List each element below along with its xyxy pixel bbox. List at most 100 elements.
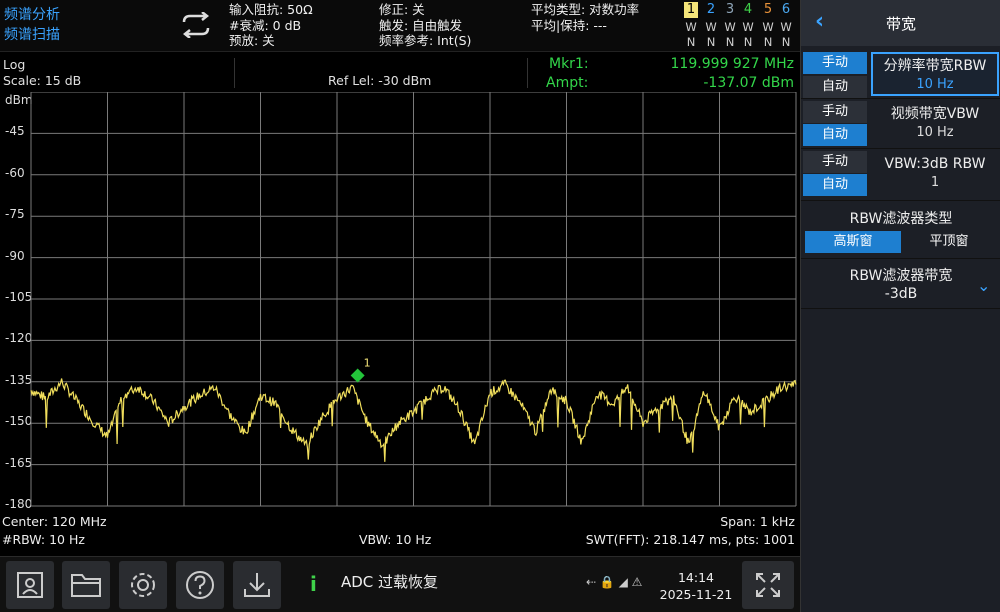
sweep-time[interactable]: SWT(FFT): 218.147 ms, pts: 1001 bbox=[586, 532, 795, 547]
rbw-manual-button[interactable]: 手动 bbox=[803, 52, 867, 74]
help-button[interactable] bbox=[176, 561, 224, 609]
divider bbox=[801, 98, 1000, 99]
attenuation: #衰减: 0 dB bbox=[229, 17, 302, 33]
rbw-auto-button[interactable]: 自动 bbox=[803, 76, 867, 98]
panel-header: ‹ 带宽 bbox=[801, 0, 1000, 46]
divider bbox=[527, 58, 528, 88]
marker-label: Mkr1: bbox=[549, 56, 589, 72]
filter-bw-title: RBW滤波器带宽 bbox=[849, 268, 953, 284]
trace-4-detector: N bbox=[743, 35, 753, 49]
rbw-title: 分辨率带宽RBW bbox=[883, 58, 987, 74]
freq-reference: 频率参考: Int(S) bbox=[379, 33, 472, 48]
marker-1-diamond[interactable] bbox=[350, 368, 365, 383]
ratio-value: 1 bbox=[930, 175, 940, 190]
mode-indicator[interactable]: 频谱分析 频谱扫描 bbox=[4, 5, 164, 45]
ratio-auto-button[interactable]: 自动 bbox=[803, 174, 867, 196]
chevron-down-icon[interactable]: ⌄ bbox=[977, 276, 990, 295]
trace-2-detector: N bbox=[706, 35, 716, 49]
expand-icon bbox=[756, 573, 780, 597]
vbw-manual-button[interactable]: 手动 bbox=[803, 101, 867, 123]
divider bbox=[234, 58, 235, 88]
vbw-setting[interactable]: 视频带宽VBW 10 Hz bbox=[871, 104, 999, 142]
panel-title: 带宽 bbox=[885, 15, 916, 33]
trace-2-mode: W bbox=[705, 20, 717, 34]
trace-6-mode: W bbox=[780, 20, 792, 34]
vbw-value: 10 Hz bbox=[916, 125, 954, 140]
settings-button[interactable] bbox=[119, 561, 167, 609]
rbw-row: 手动 自动 分辨率带宽RBW 10 Hz bbox=[801, 50, 1000, 98]
input-impedance: 输入阻抗: 50Ω bbox=[229, 2, 313, 17]
grid bbox=[30, 92, 797, 507]
gear-icon bbox=[131, 573, 155, 597]
average-type: 平均类型: 对数功率 bbox=[531, 2, 640, 17]
ratio-title: VBW:3dB RBW bbox=[884, 156, 986, 172]
clock-date: 2025-11-21 bbox=[659, 587, 733, 602]
scale-per-div[interactable]: Scale: 15 dB bbox=[3, 73, 81, 88]
bottom-toolbar: i ADC 过载恢复 ⇠ 🔒 ◢ ⚠ 14:14 2025-11-21 bbox=[0, 556, 800, 612]
clock[interactable]: 14:14 2025-11-21 bbox=[654, 569, 738, 603]
bandwidth-panel: ‹ 带宽 手动 自动 分辨率带宽RBW 10 Hz 手动 自动 视频带宽VBW … bbox=[800, 0, 1000, 612]
ratio-row: 手动 自动 VBW:3dB RBW 1 bbox=[801, 150, 1000, 198]
screenshot-button[interactable] bbox=[6, 561, 54, 609]
info-icon: i bbox=[310, 572, 317, 596]
rbw-readout[interactable]: #RBW: 10 Hz bbox=[2, 532, 85, 547]
ratio-manual-button[interactable]: 手动 bbox=[803, 151, 867, 173]
rbw-setting[interactable]: 分辨率带宽RBW 10 Hz bbox=[871, 52, 999, 96]
trace-2-number: 2 bbox=[706, 2, 716, 17]
filter-bw-value: -3dB bbox=[884, 286, 918, 302]
spectrum-graph[interactable]: dBm -45 -60 -75 -90 -105 -120 -135 -150 -165 -180… bbox=[0, 92, 800, 512]
system-status-icons[interactable]: ⇠ 🔒 ◢ ⚠ bbox=[586, 575, 648, 593]
trace-4-mode: W bbox=[742, 20, 754, 34]
repeat-icon bbox=[182, 12, 210, 38]
filter-flattop-button[interactable]: 平顶窗 bbox=[901, 231, 997, 253]
vbw-auto-button[interactable]: 自动 bbox=[803, 124, 867, 146]
trace-5-detector: N bbox=[763, 35, 773, 49]
back-arrow-icon[interactable]: ‹ bbox=[815, 9, 824, 34]
sweep-toggle-button[interactable] bbox=[176, 8, 216, 42]
file-manager-button[interactable] bbox=[62, 561, 110, 609]
scale-type[interactable]: Log bbox=[3, 57, 25, 72]
divider bbox=[801, 148, 1000, 149]
top-status-bar: 频谱分析 频谱扫描 输入阻抗: 50Ω #衰减: 0 dB 预放: 关 修正: … bbox=[0, 0, 800, 52]
correction: 修正: 关 bbox=[379, 2, 425, 17]
center-frequency[interactable]: Center: 120 MHz bbox=[2, 514, 107, 529]
trace-5-mode: W bbox=[762, 20, 774, 34]
trace-indicator[interactable]: 1 2 3 4 5 6 W W W W W W N N N N N N bbox=[684, 2, 796, 50]
divider bbox=[801, 308, 1000, 309]
filter-gaussian-button[interactable]: 高斯窗 bbox=[805, 231, 901, 253]
vbw-readout[interactable]: VBW: 10 Hz bbox=[359, 532, 431, 547]
sweep-info: Center: 120 MHz #RBW: 10 Hz VBW: 10 Hz S… bbox=[0, 512, 800, 552]
clock-time: 14:14 bbox=[677, 570, 715, 585]
screenshot-icon bbox=[17, 572, 43, 598]
trace-6-number: 6 bbox=[781, 2, 791, 17]
trace-4-number: 4 bbox=[743, 2, 753, 17]
average-settings[interactable]: 平均类型: 对数功率 平均|保持: --- bbox=[531, 2, 639, 33]
spectrum-plot[interactable]: 1 bbox=[0, 92, 800, 512]
amplitude-value[interactable]: -137.07 dBm bbox=[703, 75, 794, 91]
span[interactable]: Span: 1 kHz bbox=[720, 514, 795, 529]
trace-3-number: 3 bbox=[725, 2, 735, 17]
mode-sweep-label: 频谱扫描 bbox=[4, 27, 60, 43]
divider bbox=[801, 200, 1000, 201]
folder-icon bbox=[71, 574, 101, 597]
marker-frequency[interactable]: 119.999 927 MHz bbox=[671, 56, 794, 72]
marker-1-label: 1 bbox=[364, 357, 371, 370]
trigger-settings[interactable]: 修正: 关 触发: 自由触发 频率参考: Int(S) bbox=[379, 2, 471, 49]
fullscreen-button[interactable] bbox=[742, 561, 794, 609]
divider bbox=[801, 258, 1000, 259]
download-icon bbox=[244, 573, 270, 597]
trace-1-mode: W bbox=[685, 20, 697, 34]
ref-level[interactable]: Ref Lel: -30 dBm bbox=[328, 73, 431, 88]
preamp: 预放: 关 bbox=[229, 33, 275, 48]
mode-analysis-label: 频谱分析 bbox=[4, 7, 60, 23]
input-settings[interactable]: 输入阻抗: 50Ω #衰减: 0 dB 预放: 关 bbox=[229, 2, 313, 49]
status-message[interactable]: ADC 过载恢复 bbox=[341, 571, 438, 592]
filter-bw-row[interactable]: RBW滤波器带宽 -3dB bbox=[801, 262, 1000, 308]
ratio-setting[interactable]: VBW:3dB RBW 1 bbox=[871, 154, 999, 192]
trace-5-number: 5 bbox=[763, 2, 773, 17]
save-button[interactable] bbox=[233, 561, 281, 609]
trace-1-detector: N bbox=[686, 35, 696, 49]
help-icon bbox=[186, 571, 214, 599]
trigger: 触发: 自由触发 bbox=[379, 17, 463, 33]
filter-type-title: RBW滤波器类型 bbox=[849, 211, 953, 227]
